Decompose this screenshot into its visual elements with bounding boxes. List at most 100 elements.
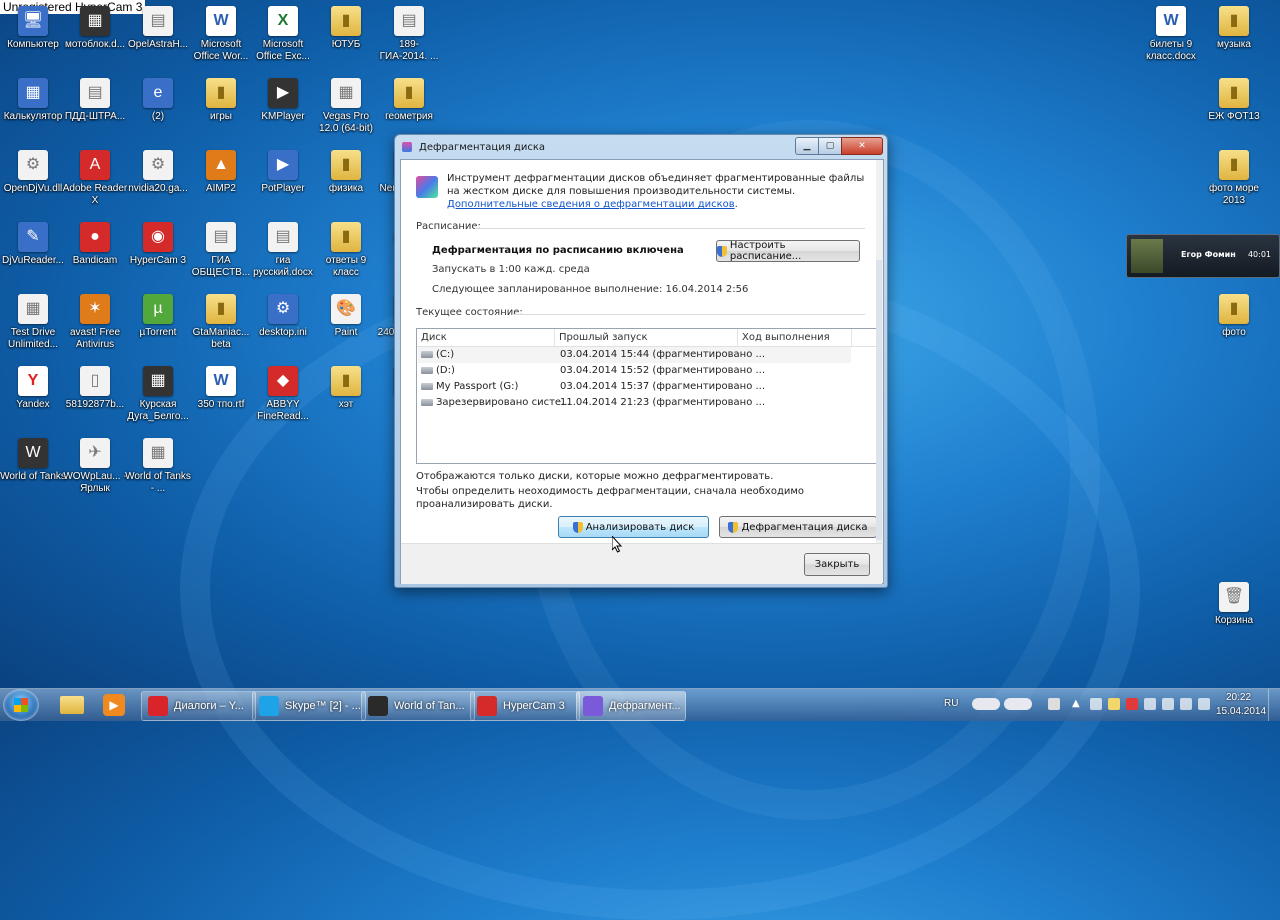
desktop-icon[interactable]: ▤ ПДД-ШТРА... xyxy=(62,78,128,123)
desktop-icon[interactable]: ▶ PotPlayer xyxy=(250,150,316,195)
desktop-icon[interactable]: 🗑 Корзина xyxy=(1201,582,1267,627)
disk-row[interactable]: My Passport (G:) 03.04.2014 15:37 (фрагме… xyxy=(418,379,851,395)
desktop-icon[interactable]: ▮ GtaManiac... beta xyxy=(188,294,254,351)
desktop-icon[interactable]: ▤ ГИА ОБЩЕСТВ... xyxy=(188,222,254,279)
close-window-button[interactable]: ✕ xyxy=(841,137,883,155)
desktop-icon[interactable]: ▶ KMPlayer xyxy=(250,78,316,123)
minimize-button[interactable]: ▁ xyxy=(795,137,819,155)
language-indicator[interactable]: RU xyxy=(944,698,958,709)
defragment-disk-button[interactable]: Дефрагментация диска xyxy=(719,516,877,538)
disk-row[interactable]: Зарезервировано систе... 11.04.2014 21:23… xyxy=(418,395,851,411)
desktop-icon-label: nvidia20.ga... xyxy=(128,183,188,194)
flag-icon[interactable] xyxy=(1108,698,1120,710)
desktop-icon[interactable]: X Microsoft Office Exc... xyxy=(250,6,316,63)
show-desktop-button[interactable] xyxy=(1268,689,1280,721)
taskbar-button[interactable]: Skype™ [2] - ... xyxy=(252,691,366,721)
clock-time[interactable]: 20:22 xyxy=(1226,692,1251,703)
desktop-icon[interactable]: A Adobe Reader X xyxy=(62,150,128,207)
taskbar-button[interactable]: Дефрагмент... xyxy=(576,691,686,721)
close-button[interactable]: Закрыть xyxy=(804,553,870,576)
desktop-icon-label: µTorrent xyxy=(139,327,177,338)
uac-shield-icon xyxy=(572,521,583,533)
desktop-icon[interactable]: ▦ World of Tanks - ... xyxy=(125,438,191,495)
media-widget[interactable]: Егор Фомин 40:01 xyxy=(1126,234,1280,278)
desktop-icon[interactable]: ▦ Курская Дуга_Белго... xyxy=(125,366,191,423)
desktop-icon-label: игры xyxy=(210,111,232,122)
network-icon[interactable] xyxy=(1048,698,1060,710)
show-hidden-icons[interactable]: ▲ xyxy=(1072,698,1084,710)
taskbar-button[interactable]: HyperCam 3 xyxy=(470,691,580,721)
desktop-icon[interactable]: Wбилеты 9 класс.docx xyxy=(1138,6,1204,63)
configure-schedule-button[interactable]: Настроить расписание... xyxy=(716,240,860,262)
desktop-icon[interactable]: ◆ ABBYY FineRead... xyxy=(250,366,316,423)
note-line-2: Чтобы определить неоходимость дефрагмент… xyxy=(416,486,805,510)
desktop-icon[interactable]: ▤ OpelAstraH... xyxy=(125,6,191,51)
column-last-run[interactable]: Прошлый запуск xyxy=(559,332,648,343)
disk-row[interactable]: (C:) 03.04.2014 15:44 (фрагментировано ..… xyxy=(418,347,851,363)
desktop-icon[interactable]: ▮ игры xyxy=(188,78,254,123)
dialog-scrollbar[interactable] xyxy=(876,260,882,540)
desktop-icon[interactable]: ◉ HyperCam 3 xyxy=(125,222,191,267)
disk-row[interactable]: (D:) 03.04.2014 15:52 (фрагментировано ..… xyxy=(418,363,851,379)
title-bar[interactable]: Дефрагментация диска ▁ ▢ ✕ xyxy=(395,135,887,159)
taskbar-button[interactable]: Диалоги – Y... xyxy=(141,691,256,721)
dialog-client: Инструмент дефрагментации дисков объедин… xyxy=(400,159,884,584)
taskbar-button-label: Дефрагмент... xyxy=(609,700,681,712)
disk-list[interactable]: Диск Прошлый запуск Ход выполнения (C:) 0… xyxy=(416,328,878,464)
analyze-disk-button[interactable]: Анализировать диск xyxy=(558,516,709,538)
desktop-icon[interactable]: ✶ avast! Free Antivirus xyxy=(62,294,128,351)
desktop-icon[interactable]: ▮ музыка xyxy=(1201,6,1267,51)
last-run: 03.04.2014 15:37 (фрагментировано ... xyxy=(560,381,766,392)
desktop-icon[interactable]: ▮ хэт xyxy=(313,366,379,411)
desktop-icon[interactable]: ✈ WOWpLau... - Ярлык xyxy=(62,438,128,495)
desktop-icon[interactable]: ▦ Vegas Pro 12.0 (64-bit) xyxy=(313,78,379,135)
desktop-icon[interactable]: ✎ DjVuReader... xyxy=(0,222,66,267)
tray-app-icon[interactable] xyxy=(1004,698,1032,710)
desktop-icon[interactable]: ▦ мотоблок.d... xyxy=(62,6,128,51)
desktop-icon[interactable]: ▮ физика xyxy=(313,150,379,195)
taskbar-button[interactable]: World of Tan... xyxy=(361,691,475,721)
desktop-icon[interactable]: W 350 тпо.rtf xyxy=(188,366,254,411)
desktop-icon[interactable]: ▦ Калькулятор xyxy=(0,78,66,123)
desktop-icon[interactable]: µ µTorrent xyxy=(125,294,191,339)
desktop-icon[interactable]: ▯ 58192877b... xyxy=(62,366,128,411)
desktop-icon[interactable]: ▤ 189-ГИА-2014. ... xyxy=(376,6,442,63)
widget-name: Егор Фомин xyxy=(1181,250,1236,259)
desktop-icon[interactable]: ▦ Test Drive Unlimited... xyxy=(0,294,66,351)
tray-app-icon[interactable] xyxy=(972,698,1000,710)
desktop-icon[interactable]: ▤ гиа русский.docx xyxy=(250,222,316,279)
desktop-icon[interactable]: e (2) xyxy=(125,78,191,123)
media-player-pinned-button[interactable]: ▶ xyxy=(92,691,136,719)
desktop-icon[interactable]: ⚙ OpenDjVu.dll xyxy=(0,150,66,195)
desktop-icon[interactable]: ▲ AIMP2 xyxy=(188,150,254,195)
more-info-link[interactable]: Дополнительные сведения о дефрагментации… xyxy=(447,199,735,210)
desktop-icon[interactable]: ▮ ЮТУБ xyxy=(313,6,379,51)
desktop-icon[interactable]: ▮ ЕЖ ФОТ13 xyxy=(1201,78,1267,123)
desktop-icon[interactable]: ● Bandicam xyxy=(62,222,128,267)
desktop-icon[interactable]: ⚙ desktop.ini xyxy=(250,294,316,339)
start-button[interactable] xyxy=(3,689,39,721)
desktop-icon[interactable]: 🎨 Paint xyxy=(313,294,379,339)
defrag-app-icon xyxy=(402,142,412,152)
tray-app-icon[interactable] xyxy=(1090,698,1102,710)
desktop-icon[interactable]: Y Yandex xyxy=(0,366,66,411)
desktop-icon[interactable]: ▮ геометрия xyxy=(376,78,442,123)
column-disk[interactable]: Диск xyxy=(421,332,447,343)
desktop-icon[interactable]: ⚙ nvidia20.ga... xyxy=(125,150,191,195)
desktop-icon[interactable]: ▮ ответы 9 класс xyxy=(313,222,379,279)
column-progress[interactable]: Ход выполнения xyxy=(742,332,830,343)
volume-icon[interactable] xyxy=(1198,698,1210,710)
desktop-icon[interactable]: ▮ фото море 2013 xyxy=(1201,150,1267,207)
taskbar-button-label: HyperCam 3 xyxy=(503,700,565,712)
desktop-icon[interactable]: W Microsoft Office Wor... xyxy=(188,6,254,63)
desktop-icon[interactable]: W World of Tanks xyxy=(0,438,66,483)
tray-app-icon[interactable] xyxy=(1162,698,1174,710)
maximize-button[interactable]: ▢ xyxy=(818,137,842,155)
tray-app-icon[interactable] xyxy=(1144,698,1156,710)
power-icon[interactable] xyxy=(1180,698,1192,710)
clock-date[interactable]: 15.04.2014 xyxy=(1216,706,1266,717)
desktop-icon[interactable]: 🖥 Компьютер xyxy=(0,6,66,51)
tray-app-icon[interactable] xyxy=(1126,698,1138,710)
explorer-pinned-button[interactable] xyxy=(50,691,94,719)
desktop-icon[interactable]: ▮ фото xyxy=(1201,294,1267,339)
